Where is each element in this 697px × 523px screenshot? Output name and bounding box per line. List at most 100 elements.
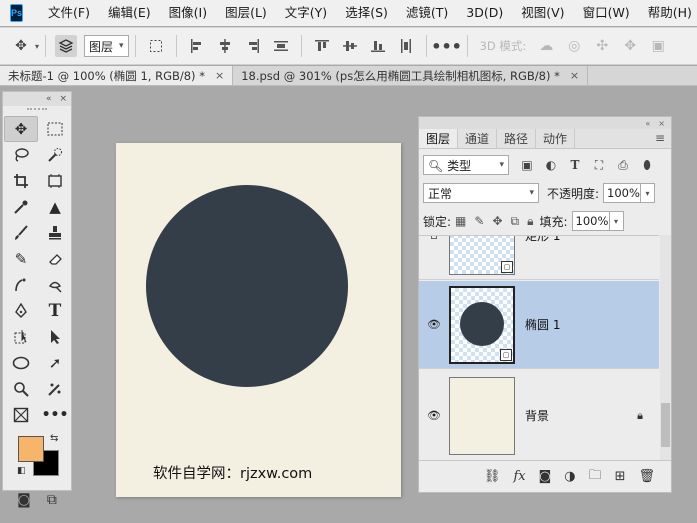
- more-options-icon[interactable]: •••: [431, 35, 462, 57]
- hand-tool-icon[interactable]: ➚: [38, 350, 72, 376]
- align-center-icon[interactable]: [214, 35, 236, 57]
- panel-menu-icon[interactable]: ≡: [655, 131, 665, 145]
- eraser-tool-icon[interactable]: [38, 246, 72, 272]
- menu-window[interactable]: 窗口(W): [574, 0, 639, 26]
- blend-mode-select[interactable]: 正常 ▾: [423, 183, 539, 203]
- filter-adjustment-icon[interactable]: ◐: [539, 158, 563, 172]
- tab-layers[interactable]: 图层: [419, 129, 459, 148]
- layers-scrollbar[interactable]: [660, 235, 671, 461]
- link-layers-icon[interactable]: ⛓: [484, 469, 501, 484]
- add-mask-icon[interactable]: ◙: [539, 469, 552, 484]
- clone-stamp-tool-icon[interactable]: [38, 220, 72, 246]
- brush-tool-icon[interactable]: [4, 220, 38, 246]
- chevron-down-icon[interactable]: ▾: [641, 183, 656, 203]
- lasso-tool-icon[interactable]: [4, 142, 38, 168]
- swap-colors-icon[interactable]: ⇆: [50, 433, 58, 444]
- lock-all-icon[interactable]: 🔒︎: [527, 214, 533, 229]
- distribute-vertical-icon[interactable]: [395, 35, 417, 57]
- collapse-icon[interactable]: «: [645, 119, 650, 128]
- menu-3d[interactable]: 3D(D): [457, 0, 512, 26]
- menu-type[interactable]: 文字(Y): [276, 0, 336, 26]
- type-tool-icon[interactable]: T: [38, 298, 72, 324]
- tab-actions[interactable]: 动作: [536, 129, 576, 148]
- layer-row-rectangle[interactable]: ▫ ▢ 矩形 1: [419, 236, 659, 280]
- ellipse-shape[interactable]: [146, 185, 348, 387]
- 3d-roll-icon[interactable]: ◎: [563, 35, 585, 57]
- direct-selection-tool-icon[interactable]: [38, 324, 72, 350]
- crop-tool-icon[interactable]: [4, 168, 38, 194]
- lock-image-icon[interactable]: ✎: [474, 214, 484, 228]
- auto-select-target-select[interactable]: 图层 ▾: [84, 35, 129, 57]
- lock-transparent-icon[interactable]: ▦: [455, 214, 466, 228]
- filter-smart-object-icon[interactable]: ⎙: [611, 158, 635, 173]
- visibility-toggle-empty[interactable]: ▫: [419, 236, 449, 242]
- blur-tool-icon[interactable]: [38, 272, 72, 298]
- menu-help[interactable]: 帮助(H): [639, 0, 697, 26]
- panel-grip[interactable]: [27, 108, 47, 114]
- spot-healing-tool-icon[interactable]: ▲: [38, 194, 72, 220]
- ellipse-tool-icon[interactable]: [4, 350, 38, 376]
- close-icon[interactable]: ×: [570, 66, 579, 86]
- move-tool-icon[interactable]: ✥: [4, 116, 38, 142]
- menu-edit[interactable]: 编辑(E): [99, 0, 160, 26]
- move-tool-preset-icon[interactable]: ✥: [10, 35, 32, 57]
- document-canvas[interactable]: 软件自学网：rjzxw.com: [116, 143, 401, 497]
- tab-document-1[interactable]: 未标题-1 @ 100% (椭圆 1, RGB/8) * ×: [0, 66, 234, 86]
- menu-select[interactable]: 选择(S): [336, 0, 397, 26]
- delete-layer-icon[interactable]: 🗑︎: [638, 469, 655, 484]
- pen-tool-icon[interactable]: [4, 298, 38, 324]
- lock-position-icon[interactable]: ✥: [492, 214, 502, 228]
- lock-artboard-icon[interactable]: ⧉: [511, 214, 520, 229]
- filter-toggle-icon[interactable]: ⬮: [635, 158, 659, 173]
- layer-name[interactable]: 背景: [525, 407, 637, 424]
- foreground-color-swatch[interactable]: [18, 436, 44, 462]
- filter-shape-icon[interactable]: ⛶: [587, 158, 611, 173]
- zoom-tool-icon[interactable]: [4, 376, 38, 402]
- collapse-icon[interactable]: «: [46, 94, 52, 104]
- align-top-icon[interactable]: [311, 35, 333, 57]
- quick-selection-tool-icon[interactable]: [38, 142, 72, 168]
- 3d-pan-icon[interactable]: ✣: [591, 35, 613, 57]
- 3d-scale-icon[interactable]: ▣: [647, 35, 669, 57]
- align-middle-icon[interactable]: [339, 35, 361, 57]
- close-icon[interactable]: ×: [215, 66, 224, 86]
- menu-filter[interactable]: 滤镜(T): [397, 0, 457, 26]
- tab-document-2[interactable]: 18.psd @ 301% (ps怎么用椭圆工具绘制相机图标, RGB/8) *…: [233, 66, 589, 86]
- auto-select-icon[interactable]: [55, 35, 78, 57]
- distribute-icon[interactable]: [270, 35, 292, 57]
- opacity-field[interactable]: 100%: [603, 183, 642, 203]
- filter-pixel-icon[interactable]: ▣: [515, 158, 539, 172]
- tab-paths[interactable]: 路径: [497, 129, 537, 148]
- align-bottom-icon[interactable]: [367, 35, 389, 57]
- scrollbar-thumb[interactable]: [661, 403, 670, 447]
- quick-mask-icon[interactable]: ◙: [17, 492, 31, 508]
- adjustment-layer-icon[interactable]: ◑: [564, 469, 575, 484]
- gradient-tool-icon[interactable]: [4, 272, 38, 298]
- eye-icon[interactable]: 👁︎: [419, 409, 449, 422]
- path-selection-tool-icon[interactable]: [4, 324, 38, 350]
- menu-image[interactable]: 图像(I): [160, 0, 216, 26]
- fill-field[interactable]: 100%: [571, 211, 610, 231]
- filter-type-icon[interactable]: T: [563, 158, 587, 172]
- 3d-slide-icon[interactable]: ✥: [619, 35, 641, 57]
- menu-file[interactable]: 文件(F): [39, 0, 99, 26]
- eyedropper-tool-icon[interactable]: [4, 194, 38, 220]
- menu-layer[interactable]: 图层(L): [216, 0, 276, 26]
- layer-name[interactable]: 椭圆 1: [525, 316, 659, 333]
- align-right-icon[interactable]: [242, 35, 264, 57]
- frame-tool-icon[interactable]: [38, 168, 72, 194]
- frame-cross-icon[interactable]: [4, 402, 38, 428]
- layer-style-icon[interactable]: fx: [513, 469, 525, 484]
- default-colors-icon[interactable]: ◧: [17, 466, 26, 476]
- layer-row-background[interactable]: 👁︎ 背景 🔒︎: [419, 370, 659, 461]
- eye-icon[interactable]: 👁︎: [419, 318, 449, 331]
- screen-mode-icon[interactable]: ⧉: [47, 492, 57, 508]
- marquee-tool-icon[interactable]: [38, 116, 72, 142]
- history-brush-tool-icon[interactable]: ✎: [4, 246, 38, 272]
- layer-name[interactable]: 矩形 1: [525, 236, 659, 244]
- color-replace-tool-icon[interactable]: [38, 376, 72, 402]
- close-icon[interactable]: ×: [59, 94, 67, 104]
- align-left-icon[interactable]: [186, 35, 208, 57]
- preset-chevron-icon[interactable]: ▾: [35, 42, 39, 51]
- chevron-down-icon[interactable]: ▾: [609, 211, 624, 231]
